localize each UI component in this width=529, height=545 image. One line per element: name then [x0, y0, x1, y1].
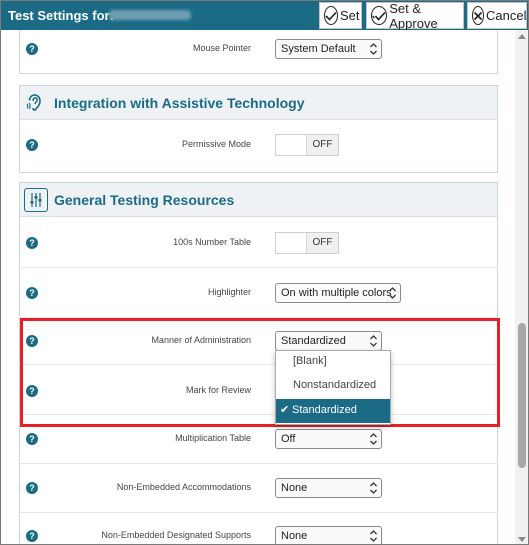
cancel-label: Cancel	[486, 8, 527, 23]
row-divider	[19, 463, 498, 464]
manner-dropdown-list: [Blank] Nonstandardized ✔ Standardized	[275, 350, 391, 425]
setting-label: Non-Embedded Accommodations	[116, 482, 251, 492]
setting-label: Non-Embedded Designated Supports	[101, 530, 251, 540]
check-circle-icon	[324, 6, 338, 25]
checkmark-icon: ✔	[280, 404, 290, 416]
select-arrows-icon	[370, 43, 377, 55]
non-embedded-accommodations-select[interactable]: None	[275, 478, 382, 498]
select-value: On with multiple colors	[281, 287, 392, 299]
highlight-box	[20, 318, 500, 427]
setting-label: Permissive Mode	[181, 139, 251, 149]
option-label: Standardized	[292, 404, 357, 416]
help-icon[interactable]: ?	[26, 237, 38, 249]
row-non-embedded-designated-supports: ? Non-Embedded Designated Supports None	[1, 513, 515, 544]
help-icon[interactable]: ?	[26, 139, 38, 151]
toggle-state: OFF	[307, 135, 338, 155]
option-label: Nonstandardized	[293, 379, 377, 391]
help-icon[interactable]: ?	[26, 43, 38, 55]
setting-label: Multiplication Table	[175, 433, 251, 443]
help-icon[interactable]: ?	[26, 530, 38, 542]
select-arrows-icon	[370, 482, 377, 494]
set-button[interactable]: Set	[319, 2, 362, 29]
select-arrows-icon	[389, 287, 396, 299]
vertical-scrollbar[interactable]	[515, 30, 528, 544]
test-settings-window: Test Settings for: Set Set & Approve Can…	[0, 0, 529, 545]
section-title: Integration with Assistive Technology	[54, 94, 305, 111]
dropdown-option-blank[interactable]: [Blank]	[276, 351, 390, 375]
setting-label: Highlighter	[207, 287, 251, 297]
row-permissive-mode: ? Permissive Mode OFF	[1, 122, 515, 168]
select-value: None	[281, 530, 308, 542]
row-mouse-pointer: ? Mouse Pointer System Default	[1, 30, 515, 72]
select-arrows-icon	[370, 433, 377, 445]
setting-label: Mouse Pointer	[192, 43, 251, 53]
row-non-embedded-accommodations: ? Non-Embedded Accommodations None	[1, 465, 515, 511]
dropdown-option-standardized[interactable]: ✔ Standardized	[276, 399, 390, 423]
set-label: Set	[340, 8, 360, 23]
set-approve-label: Set & Approve	[389, 0, 438, 31]
option-label: [Blank]	[293, 355, 327, 367]
scrollbar-thumb[interactable]	[518, 323, 526, 468]
help-icon[interactable]: ?	[26, 433, 38, 445]
student-name-redacted	[109, 10, 191, 20]
scroll-down-arrow-icon[interactable]	[518, 537, 526, 542]
row-100s-number-table: ? 100s Number Table OFF	[1, 220, 515, 266]
permissive-mode-toggle[interactable]: OFF	[275, 134, 339, 156]
settings-scroll-area: ? Mouse Pointer System Default Integrati…	[1, 30, 515, 544]
scroll-up-arrow-icon[interactable]	[518, 34, 526, 39]
section-title: General Testing Resources	[54, 191, 235, 208]
toggle-knob	[276, 135, 307, 155]
row-divider	[19, 267, 498, 268]
dropdown-option-nonstandardized[interactable]: Nonstandardized	[276, 375, 390, 399]
toggle-knob	[276, 233, 307, 253]
check-plus-circle-icon	[371, 6, 388, 25]
cancel-button[interactable]: Cancel	[467, 2, 527, 29]
mouse-pointer-select[interactable]: System Default	[275, 39, 382, 59]
general-testing-resources-header: General Testing Resources	[20, 183, 497, 217]
row-highlighter: ? Highlighter On with multiple colors	[1, 270, 515, 316]
toggle-state: OFF	[307, 233, 338, 253]
select-value: None	[281, 482, 308, 494]
ear-icon	[24, 91, 48, 115]
assistive-technology-header: Integration with Assistive Technology	[20, 86, 497, 120]
help-icon[interactable]: ?	[26, 482, 38, 494]
set-approve-button[interactable]: Set & Approve	[366, 0, 464, 31]
select-value: System Default	[281, 43, 356, 55]
highlighter-select[interactable]: On with multiple colors	[275, 283, 401, 303]
window-title: Test Settings for:	[8, 8, 114, 23]
sliders-icon	[24, 187, 48, 212]
100s-number-table-toggle[interactable]: OFF	[275, 232, 339, 254]
select-arrows-icon	[370, 530, 377, 542]
close-circle-icon	[472, 6, 484, 25]
header-bar: Test Settings for: Set Set & Approve Can…	[1, 0, 528, 31]
multiplication-table-select[interactable]: Off	[275, 429, 382, 449]
non-embedded-designated-supports-select[interactable]: None	[275, 526, 382, 544]
help-icon[interactable]: ?	[26, 287, 38, 299]
setting-label: 100s Number Table	[173, 237, 251, 247]
select-value: Off	[281, 433, 296, 445]
